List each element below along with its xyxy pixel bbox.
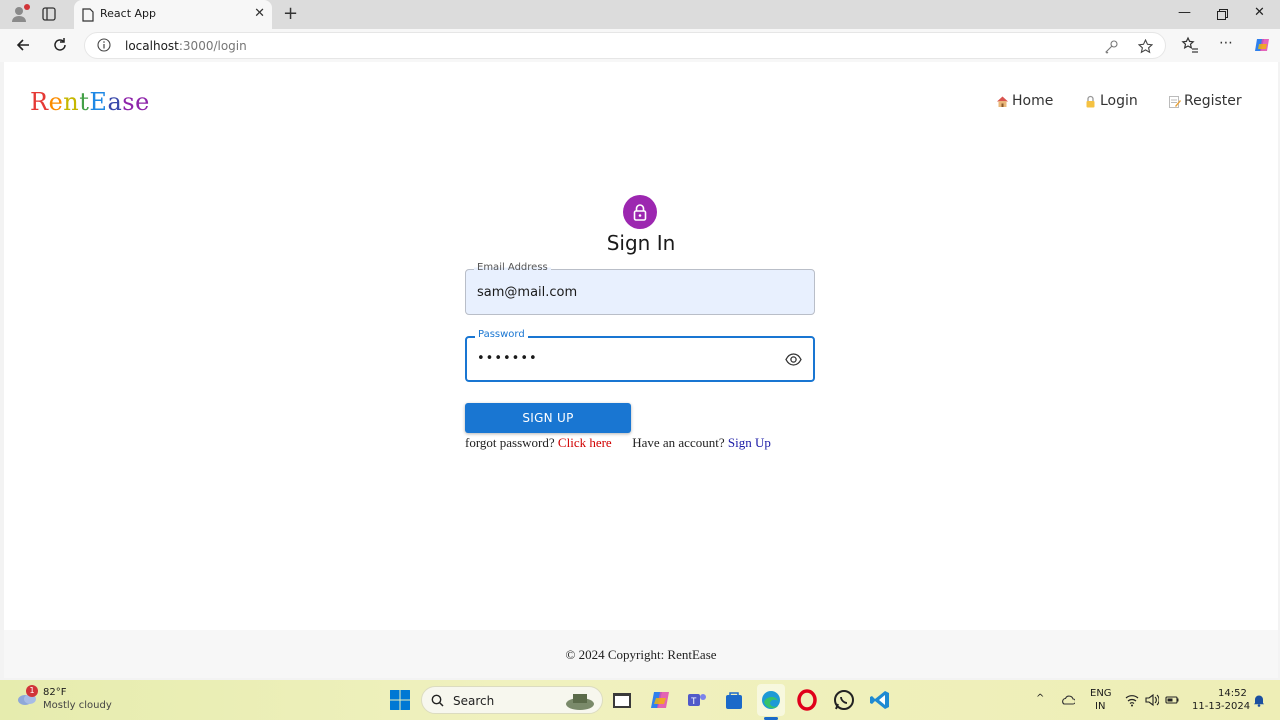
weather-alert-badge: 1 (26, 685, 38, 697)
file-explorer-icon[interactable] (611, 689, 633, 711)
password-label: Password (475, 329, 528, 340)
show-password-icon[interactable] (785, 352, 802, 367)
brand-letter: e (48, 88, 64, 116)
more-options-icon[interactable]: ⋯ (1219, 35, 1233, 51)
close-tab-icon[interactable]: ✕ (254, 6, 265, 21)
page-footer: © 2024 Copyright: RentEase (4, 630, 1278, 678)
close-window-button[interactable]: ✕ (1254, 5, 1265, 20)
brand-letter: a (107, 88, 123, 116)
lock-avatar (623, 195, 657, 229)
refresh-icon[interactable] (51, 36, 69, 54)
brand-letter: R (30, 88, 49, 116)
opera-icon[interactable] (796, 689, 818, 711)
nav-register-label: Register (1184, 93, 1242, 109)
form-title: Sign In (606, 231, 676, 255)
edge-browser-icon[interactable] (760, 689, 782, 711)
windows-start-icon[interactable] (389, 689, 411, 711)
onedrive-icon[interactable] (1061, 693, 1075, 707)
nav-register[interactable]: Register (1168, 93, 1242, 109)
back-icon[interactable] (14, 36, 32, 54)
battery-icon[interactable] (1165, 693, 1179, 707)
vscode-icon[interactable] (869, 689, 891, 711)
restore-button[interactable] (1217, 9, 1228, 20)
search-icon (431, 694, 444, 707)
memo-icon (1169, 95, 1181, 108)
nav-home-label: Home (1012, 93, 1054, 109)
language-top[interactable]: ENG (1090, 688, 1112, 699)
have-account-text: Have an account? (632, 435, 725, 450)
email-label: Email Address (474, 262, 551, 273)
taskbar-search[interactable]: Search (421, 686, 603, 714)
tab-title: React App (100, 7, 157, 20)
house-icon (997, 96, 1008, 107)
search-label: Search (453, 694, 495, 708)
copyright-text: © 2024 Copyright: RentEase (565, 647, 717, 662)
minimize-button[interactable]: — (1178, 5, 1191, 20)
key-icon[interactable] (1104, 39, 1119, 54)
browser-tab-strip: React App ✕ + — ✕ (0, 0, 1280, 29)
whatsapp-icon[interactable] (833, 689, 855, 711)
lock-icon (1086, 95, 1095, 107)
notification-bell-icon[interactable] (1252, 693, 1266, 707)
clock-time[interactable]: 14:52 (1218, 688, 1247, 699)
browser-toolbar: localhost:3000/login ⋯ (0, 29, 1280, 62)
teams-icon[interactable]: T (686, 689, 708, 711)
nav-home[interactable]: Home (996, 93, 1053, 109)
brand-logo[interactable]: RentEase (30, 88, 150, 116)
nav-login-label: Login (1100, 93, 1138, 109)
url-path: :3000/login (178, 39, 247, 53)
new-tab-button[interactable]: + (283, 3, 298, 24)
url-host: localhost (125, 39, 179, 53)
wifi-icon[interactable] (1125, 693, 1139, 707)
copilot-app-icon[interactable] (649, 689, 671, 711)
store-icon[interactable] (723, 689, 745, 711)
brand-letter: t (79, 88, 90, 116)
tab-react-app[interactable]: React App ✕ (74, 0, 272, 29)
clock-date[interactable]: 11-13-2024 (1192, 701, 1250, 712)
password-value: ••••••• (477, 351, 538, 366)
url-text: localhost:3000/login (125, 39, 247, 53)
copilot-icon[interactable] (1253, 36, 1271, 54)
brand-letter: s (122, 88, 136, 116)
email-value: sam@mail.com (477, 285, 578, 300)
forgot-password-text: forgot password? (465, 435, 555, 450)
brand-letter: n (63, 88, 80, 116)
lock-outline-icon (633, 204, 647, 221)
brand-letter: e (135, 88, 150, 116)
weather-description[interactable]: Mostly cloudy (43, 700, 112, 711)
page-icon (82, 8, 94, 22)
volume-icon[interactable] (1145, 693, 1159, 707)
show-hidden-icons-icon[interactable]: ^ (1036, 693, 1044, 704)
brand-letter: E (89, 88, 108, 116)
email-field[interactable]: Email Address sam@mail.com (465, 262, 815, 315)
weather-temperature[interactable]: 82°F (43, 687, 66, 698)
language-bottom[interactable]: IN (1095, 701, 1105, 712)
submit-button[interactable]: SIGN UP (465, 403, 631, 433)
password-field[interactable]: Password ••••••• (465, 329, 815, 382)
site-info-icon[interactable] (97, 38, 111, 52)
page-viewport: RentEase Home Login Register Sign In Ema… (4, 62, 1278, 678)
forgot-password-link[interactable]: Click here (558, 435, 612, 450)
form-links: forgot password? Click here Have an acco… (465, 435, 771, 451)
taskbar: 1 82°F Mostly cloudy Search T ^ ENG IN 1… (0, 680, 1280, 720)
nav-login[interactable]: Login (1084, 93, 1138, 109)
notification-dot (24, 4, 30, 10)
address-bar[interactable]: localhost:3000/login (84, 32, 1166, 59)
favorites-icon[interactable] (1181, 36, 1199, 54)
search-highlight-icon (566, 694, 594, 710)
svg-text:T: T (691, 696, 697, 706)
sign-up-link[interactable]: Sign Up (728, 435, 771, 450)
tab-actions-icon[interactable] (42, 7, 56, 21)
favorite-star-icon[interactable] (1138, 39, 1153, 54)
